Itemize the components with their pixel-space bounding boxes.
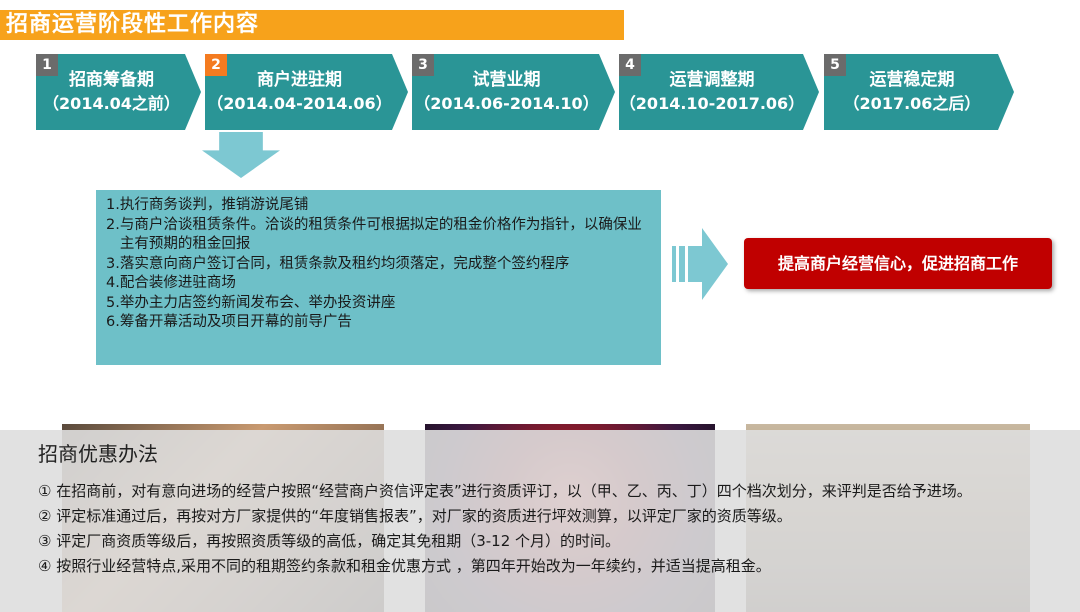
policy-title: 招商优惠办法 [38,442,158,466]
phase-5: 5 运营稳定期 （2017.06之后） [824,54,1014,130]
item-text: 与商户洽谈租赁条件。洽谈的租赁条件可根据拟定的租金价格作为指针，以确保业主有预期… [119,216,642,253]
phase-name: 运营调整期 [669,70,755,90]
policy-item: ③ 评定厂商资质等级后，再按照资质等级的高低，确定其免租期（3-12 个月）的时… [38,532,621,550]
policy-item: ① 在招商前，对有意向进场的经营户按照“经营商户资信评定表”进行资质评订，以（甲… [38,482,972,500]
item-index: 4. [106,275,120,291]
phase-name: 运营稳定期 [869,70,955,90]
list-item: 3. 落实意向商户签订合同，租赁条款及租约均须落定，完成整个签约程序 [106,255,651,275]
phase-range: （2014.10-2017.06） [619,94,805,113]
list-item: 2. 与商户洽谈租赁条件。洽谈的租赁条件可根据拟定的租金价格作为指针，以确保业主… [106,216,651,255]
item-text: 筹备开幕活动及项目开幕的前导广告 [119,314,352,330]
item-index: 3. [106,255,120,272]
down-arrow-icon [202,132,280,178]
item-text: 举办主力店签约新闻发布会、举办投资讲座 [119,294,396,311]
phase-range: （2014.04之前） [43,94,180,113]
phase-name: 招商筹备期 [69,70,154,90]
item-index: 5. [106,294,120,311]
item-text: 落实意向商户签订合同，租赁条款及租约均须落定，完成整个签约程序 [119,255,570,272]
phase-range: （2014.06-2014.10） [414,94,599,113]
list-item: 6. 筹备开幕活动及项目开幕的前导广告 [106,313,651,333]
phase-4: 4 运营调整期 （2014.10-2017.06） [619,54,819,130]
item-index: 6. [106,314,120,330]
list-item: 5. 举办主力店签约新闻发布会、举办投资讲座 [106,294,651,314]
item-index: 2. [106,216,120,233]
list-item: 4. 配合装修进驻商场 [106,274,651,294]
policy-list: ① 在招商前，对有意向进场的经营户按照“经营商户资信评定表”进行资质评订，以（甲… [38,482,1058,582]
phase-3: 3 试营业期 （2014.06-2014.10） [412,54,615,130]
item-index: 1. [106,197,120,213]
item-text: 执行商务谈判，推销游说尾铺 [119,197,309,213]
page-title: 招商运营阶段性工作内容 [0,10,624,40]
phase-range: （2014.04-2014.06） [207,94,392,113]
phase-task-list: 1. 执行商务谈判，推销游说尾铺 2. 与商户洽谈租赁条件。洽谈的租赁条件可根据… [96,190,661,365]
list-item: 1. 执行商务谈判，推销游说尾铺 [106,196,651,216]
result-box: 提高商户经营信心，促进招商工作 [744,238,1052,289]
policy-item: ② 评定标准通过后，再按对方厂家提供的“年度销售报表”，对厂家的资质进行坪效测算… [38,507,792,525]
phase-range: （2017.06之后） [843,94,981,113]
phase-1: 1 招商筹备期 （2014.04之前） [36,54,201,130]
right-arrow-icon [672,228,728,300]
phase-name: 试营业期 [472,70,541,90]
phase-name: 商户进驻期 [257,70,342,90]
phase-2: 2 商户进驻期 （2014.04-2014.06） [205,54,408,130]
policy-item: ④ 按照行业经营特点,采用不同的租期签约条款和租金优惠方式 ，第四年开始改为一年… [38,557,771,575]
item-text: 配合装修进驻商场 [119,275,236,291]
